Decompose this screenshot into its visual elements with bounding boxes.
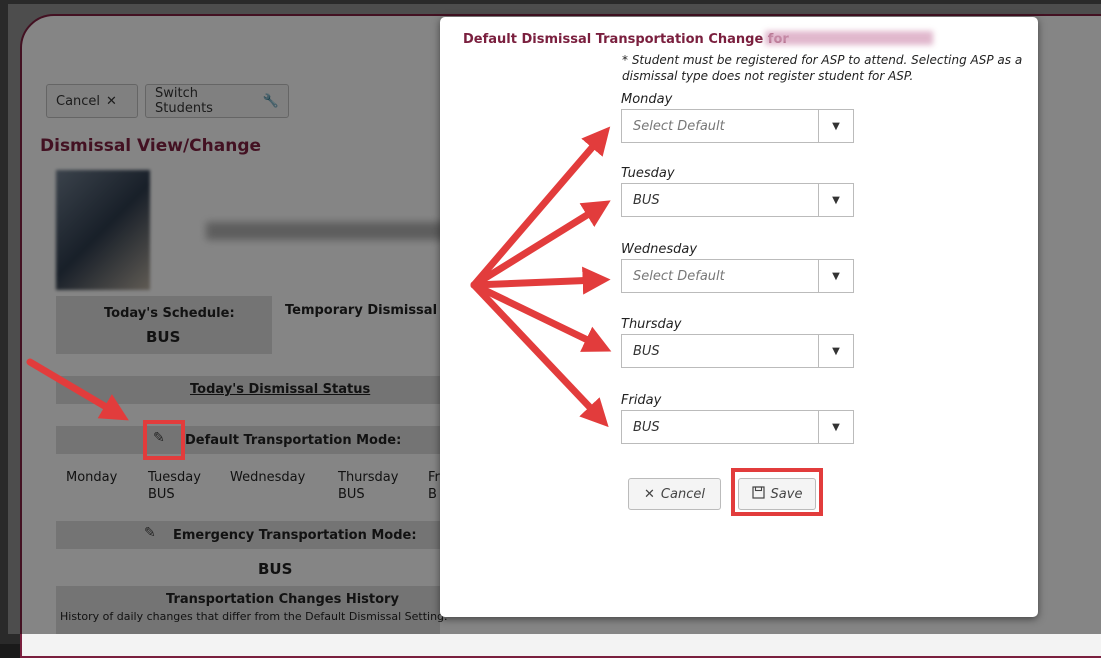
annotation-arrows: [26, 126, 612, 428]
arrow-to-monday: [470, 126, 611, 289]
arrow-to-friday: [470, 281, 609, 428]
arrow-to-pencil: [26, 358, 129, 421]
arrow-to-wednesday: [470, 266, 611, 295]
arrow-to-tuesday: [470, 200, 611, 289]
arrow-to-thursday: [470, 281, 612, 352]
